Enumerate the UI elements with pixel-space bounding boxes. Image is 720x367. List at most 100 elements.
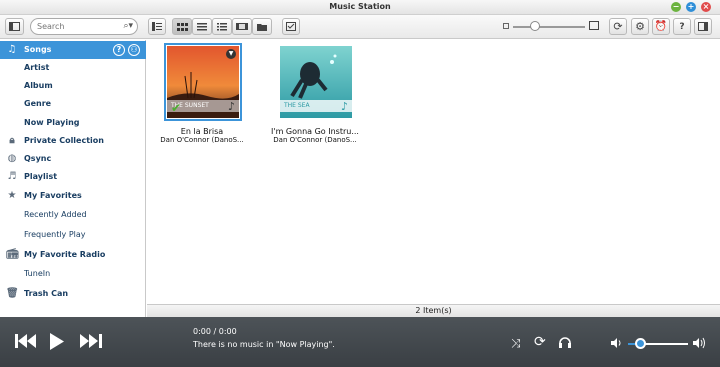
- sidebar-item-private-collection[interactable]: 🔒︎ Private Collection: [0, 132, 146, 150]
- sidebar-item-label: My Favorites: [24, 191, 82, 200]
- star-icon: ★: [7, 190, 17, 201]
- lock-icon: 🔒︎: [9, 135, 15, 146]
- sidebar-item-album[interactable]: Album: [0, 77, 146, 95]
- song-title: En la Brisa: [180, 127, 224, 136]
- sidebar-item-label: Recently Added: [24, 210, 87, 219]
- sidebar-item-label: Playlist: [24, 172, 58, 181]
- shuffle-button[interactable]: ⤨: [511, 336, 521, 351]
- album-cover[interactable]: THE SUNSET ♪ ▼ ✔: [164, 43, 242, 121]
- sidebar-item-label: Now Playing: [24, 118, 80, 127]
- help-icon: ?: [679, 21, 685, 32]
- sidebar-item-label: My Favorite Radio: [24, 250, 106, 259]
- cover-flow-view-button[interactable]: [232, 18, 252, 35]
- folder-icon: [257, 23, 267, 31]
- radio-icon: 📻︎: [6, 249, 19, 260]
- play-icon: [50, 333, 64, 350]
- shuffle-icon: ⤨: [511, 336, 521, 350]
- dlna-icon[interactable]: ⚇: [128, 44, 140, 56]
- music-note-icon: ♪: [227, 100, 235, 113]
- song-artist: Dan O'Connor (DanoS...: [160, 136, 244, 144]
- search-icon[interactable]: ⌕▾: [123, 21, 133, 31]
- music-note-icon: ♫: [7, 44, 17, 55]
- compact-list-view-button[interactable]: [212, 18, 232, 35]
- grid-icon: [176, 22, 188, 31]
- settings-button[interactable]: ⚙: [631, 18, 649, 35]
- volume-knob[interactable]: [634, 338, 646, 349]
- sidebar-item-tunein[interactable]: TuneIn: [0, 265, 146, 283]
- previous-track-button[interactable]: [15, 334, 37, 351]
- list-icon: [197, 22, 207, 30]
- select-mode-button[interactable]: [282, 18, 300, 35]
- player-bar: 0:00 / 0:00 There is no music in "Now Pl…: [0, 317, 720, 367]
- sidebar-item-playlist[interactable]: ♬ Playlist: [0, 168, 146, 186]
- playback-time: 0:00 / 0:00: [193, 327, 237, 336]
- large-size-icon[interactable]: [589, 21, 599, 30]
- sidebar: ♫ Songs ? ⚇ Artist Album Genre Now Playi…: [0, 40, 146, 317]
- song-card[interactable]: THE SEA ♪ I'm Gonna Go Instru... Dan O'C…: [271, 46, 363, 144]
- play-button[interactable]: [50, 333, 64, 353]
- alarm-clock-icon: ⏰: [654, 21, 668, 32]
- list-view-button[interactable]: [192, 18, 212, 35]
- qsync-icon: ◍: [7, 153, 17, 164]
- next-track-button[interactable]: [80, 334, 102, 351]
- list-detail-icon: [152, 22, 162, 31]
- song-card[interactable]: THE SUNSET ♪ ▼ ✔ En la Brisa Dan O'Conno…: [160, 43, 250, 144]
- maximize-icon[interactable]: +: [686, 2, 696, 12]
- song-grid: THE SUNSET ♪ ▼ ✔ En la Brisa Dan O'Conno…: [147, 40, 720, 304]
- headphones-button[interactable]: [558, 336, 572, 351]
- sidebar-item-my-favorites[interactable]: ★ My Favorites: [0, 187, 146, 205]
- refresh-icon: ⟳: [613, 20, 623, 33]
- minimize-icon[interactable]: −: [671, 2, 681, 12]
- sidebar-item-my-favorite-radio[interactable]: 📻︎ My Favorite Radio: [0, 246, 146, 264]
- sidebar-item-genre[interactable]: Genre: [0, 95, 146, 113]
- volume-button[interactable]: [611, 338, 622, 351]
- sidebar-item-label: Artist: [24, 63, 50, 72]
- playlist-icon: ♬: [7, 171, 17, 182]
- sidebar-item-now-playing[interactable]: Now Playing: [0, 114, 146, 132]
- help-circle-icon[interactable]: ?: [113, 44, 125, 56]
- cover-flow-icon: [236, 23, 248, 30]
- window-title: Music Station: [329, 2, 391, 11]
- music-note-icon: ♪: [340, 100, 348, 113]
- song-title: I'm Gonna Go Instru...: [271, 127, 359, 136]
- max-volume-icon[interactable]: [693, 337, 707, 352]
- sidebar-item-label: Qsync: [24, 154, 52, 163]
- thumbnail-view-button[interactable]: [172, 18, 192, 35]
- alarm-button[interactable]: ⏰: [652, 18, 670, 35]
- album-cover[interactable]: THE SEA ♪: [280, 46, 352, 118]
- checkmark-icon: ✔: [171, 101, 182, 115]
- info-panel-button[interactable]: [694, 18, 712, 35]
- search-box[interactable]: ⌕▾: [30, 18, 138, 35]
- sidebar-item-songs[interactable]: ♫ Songs ? ⚇: [0, 41, 146, 59]
- sidebar-item-label: Songs: [24, 45, 52, 54]
- sidebar-item-artist[interactable]: Artist: [0, 59, 146, 77]
- sidebar-toggle-button[interactable]: [5, 18, 24, 35]
- thumbnail-size-slider[interactable]: [513, 26, 585, 28]
- sidebar-item-qsync[interactable]: ◍ Qsync: [0, 150, 146, 168]
- folder-view-button[interactable]: [252, 18, 272, 35]
- refresh-button[interactable]: ⟳: [609, 18, 627, 35]
- close-icon[interactable]: ×: [701, 2, 711, 12]
- headphones-icon: [559, 337, 571, 348]
- detail-view-button[interactable]: [148, 18, 166, 35]
- help-button[interactable]: ?: [673, 18, 691, 35]
- skip-back-icon: [15, 334, 36, 348]
- multi-select-icon: [286, 22, 296, 31]
- toolbar: ⌕▾ ⟳ ⚙ ⏰ ?: [0, 15, 720, 39]
- title-bar: Music Station − + ×: [0, 0, 720, 15]
- sidebar-item-label: Frequently Play: [24, 230, 86, 239]
- repeat-button[interactable]: ⟳: [534, 334, 546, 350]
- item-count-status: 2 Item(s): [147, 304, 720, 317]
- trash-icon: 🗑︎: [6, 288, 19, 299]
- gear-icon: ⚙: [635, 20, 645, 33]
- small-size-icon[interactable]: [503, 23, 509, 29]
- skip-forward-icon: [80, 334, 102, 348]
- sidebar-item-label: Album: [24, 81, 53, 90]
- speaker-icon: [611, 338, 621, 348]
- search-input[interactable]: [37, 20, 117, 33]
- thumbnail-size-knob[interactable]: [530, 21, 540, 31]
- sidebar-item-recently-added[interactable]: Recently Added: [0, 206, 146, 224]
- sidebar-item-frequently-play[interactable]: Frequently Play: [0, 226, 146, 244]
- sidebar-item-trash-can[interactable]: 🗑︎ Trash Can: [0, 285, 146, 303]
- chevron-down-icon[interactable]: ▼: [226, 49, 236, 59]
